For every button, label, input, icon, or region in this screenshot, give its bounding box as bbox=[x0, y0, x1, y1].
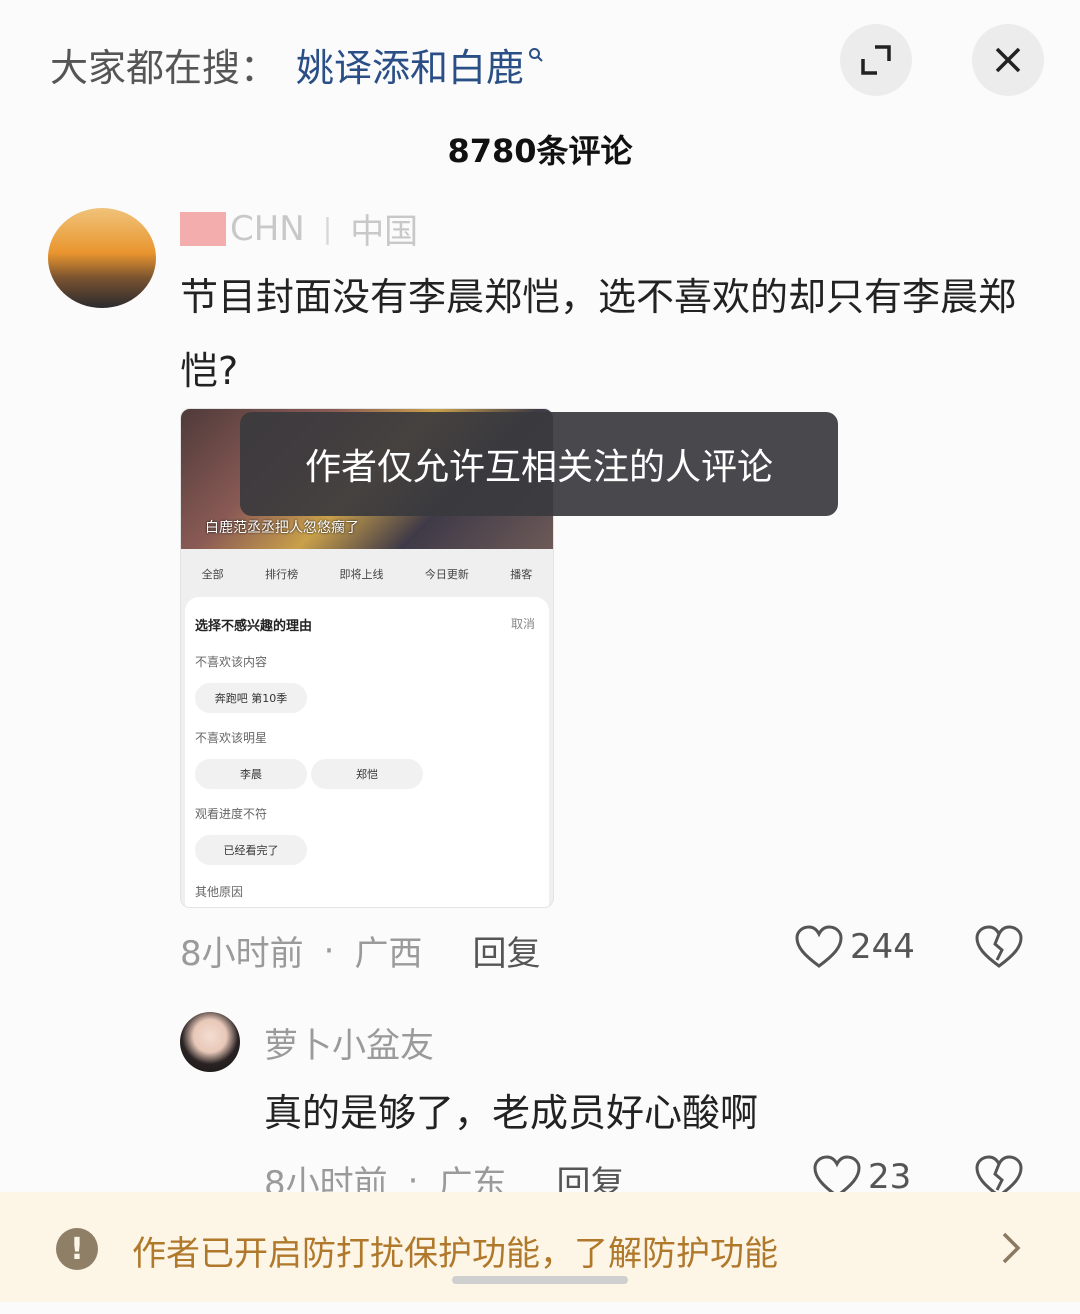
like-count: 244 bbox=[850, 927, 915, 967]
divider: | bbox=[322, 212, 333, 245]
panel-chip: 奔跑吧 第10季 bbox=[195, 683, 307, 713]
search-icon bbox=[529, 48, 543, 62]
like-count: 23 bbox=[868, 1157, 912, 1197]
nav-item: 播客 bbox=[510, 568, 533, 581]
comment-author[interactable]: CHN | 中国 bbox=[180, 204, 418, 253]
broken-heart-icon bbox=[975, 925, 1023, 968]
nav-item: 即将上线 bbox=[339, 568, 384, 581]
nav-item: 今日更新 bbox=[424, 568, 469, 581]
nav-item: 排行榜 bbox=[265, 568, 299, 581]
reason-panel: 选择不感兴趣的理由 取消 不喜欢该内容 奔跑吧 第10季 不喜欢该明星 李晨 郑… bbox=[185, 597, 549, 907]
panel-title: 选择不感兴趣的理由 bbox=[195, 619, 313, 634]
home-indicator bbox=[452, 1276, 628, 1284]
comment-text: 真的是够了，老成员好心酸啊 bbox=[264, 1091, 759, 1135]
comment-text: 节目封面没有李晨郑恺，选不喜欢的却只有李晨郑恺? bbox=[180, 275, 1017, 393]
panel-label: 观看进度不符 bbox=[195, 807, 268, 821]
heart-icon bbox=[795, 925, 843, 968]
comment-location: 广西 bbox=[354, 934, 423, 974]
panel-label: 不喜欢该内容 bbox=[195, 655, 268, 669]
trending-search-term[interactable]: 姚译添和白鹿 bbox=[296, 37, 524, 92]
reply-button[interactable]: 回复 bbox=[472, 926, 540, 975]
close-button[interactable] bbox=[972, 24, 1044, 96]
protection-banner-text[interactable]: 作者已开启防打扰保护功能，了解防护功能 bbox=[132, 1226, 778, 1275]
comment-time: 8小时前 bbox=[180, 934, 304, 974]
dot-separator: · bbox=[323, 930, 335, 971]
expand-icon bbox=[861, 45, 891, 75]
username[interactable]: 萝卜小盆友 bbox=[264, 1018, 434, 1067]
panel-chip: 郑恺 bbox=[311, 759, 423, 789]
panel-cancel: 取消 bbox=[510, 617, 535, 631]
comment-meta: 8小时前 · 广西 回复 bbox=[180, 926, 540, 975]
comment-count: 8780条评论 bbox=[447, 132, 633, 170]
avatar[interactable] bbox=[180, 1012, 240, 1072]
trending-search[interactable]: 大家都在搜： 姚译添和白鹿 bbox=[50, 34, 544, 94]
username: CHN bbox=[230, 208, 305, 249]
close-icon bbox=[995, 47, 1021, 73]
toast-message: 作者仅允许互相关注的人评论 bbox=[240, 412, 838, 516]
video-caption: 白鹿范丞丞把人忽悠瘸了 bbox=[205, 520, 359, 536]
chevron-right-icon[interactable] bbox=[996, 1230, 1024, 1266]
expand-button[interactable] bbox=[840, 24, 912, 96]
china-flag-icon bbox=[180, 211, 226, 246]
like-button[interactable]: 244 bbox=[794, 924, 915, 970]
panel-chip: 李晨 bbox=[195, 759, 307, 789]
category-nav: 全部 排行榜 即将上线 今日更新 播客 bbox=[181, 557, 553, 591]
region-tag: 中国 bbox=[350, 212, 419, 252]
panel-label: 其他原因 bbox=[195, 885, 244, 899]
warning-icon: ! bbox=[56, 1228, 98, 1270]
nav-item: 全部 bbox=[201, 568, 224, 581]
dislike-button[interactable] bbox=[974, 924, 1024, 974]
panel-chip: 已经看完了 bbox=[195, 835, 307, 865]
trending-search-prefix: 大家都在搜： bbox=[50, 45, 279, 90]
avatar[interactable] bbox=[48, 208, 156, 308]
panel-label: 不喜欢该明星 bbox=[195, 731, 268, 745]
